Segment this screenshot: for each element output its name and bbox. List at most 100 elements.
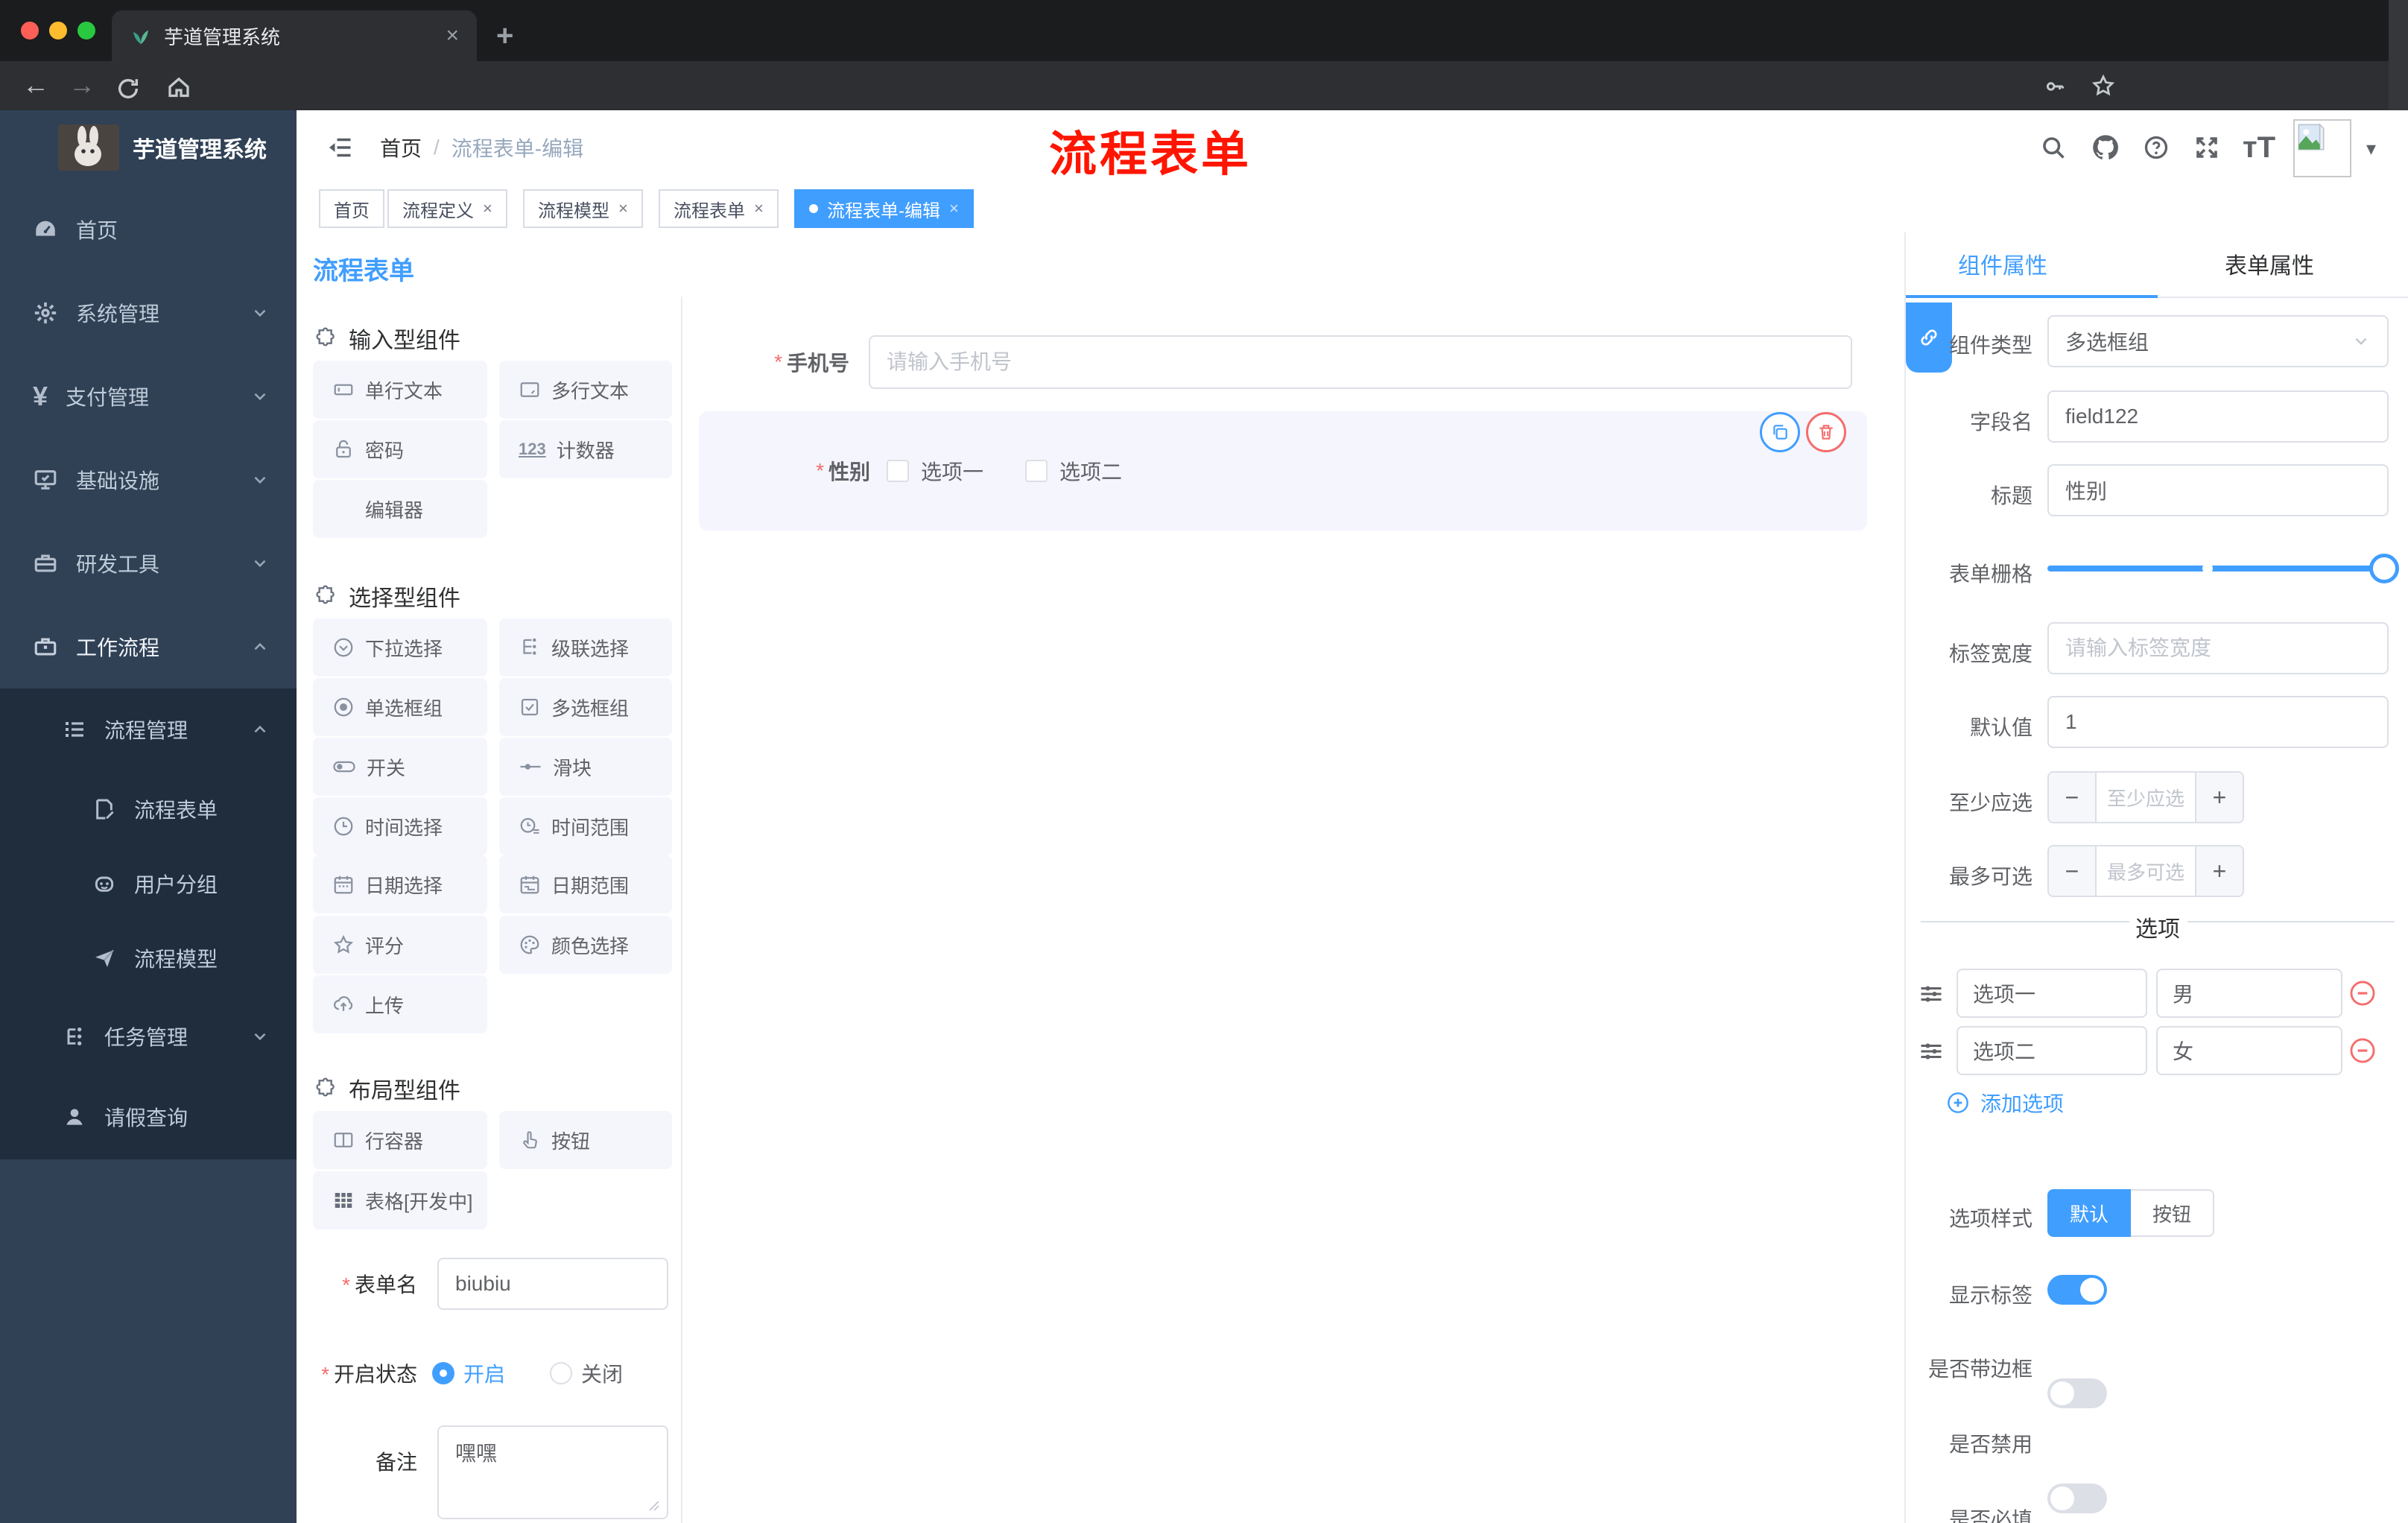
radio-off[interactable] [550, 1362, 573, 1384]
tag-close-icon[interactable]: × [949, 199, 959, 218]
copy-component-button[interactable] [1760, 412, 1800, 452]
tag-close-icon[interactable]: × [618, 199, 628, 218]
form-canvas[interactable]: * 手机号 * 性别 选项一 选项二 [682, 232, 1904, 1523]
option-name-input[interactable]: 选项一 [1956, 969, 2147, 1018]
option-value-input[interactable]: 男 [2156, 969, 2342, 1018]
font-size-icon[interactable]: тT [2243, 131, 2275, 165]
title-input[interactable] [2047, 464, 2389, 516]
component-select[interactable]: 下拉选择 [313, 618, 487, 677]
checkbox-option1-label[interactable]: 选项一 [921, 456, 983, 486]
component-switch[interactable]: 开关 [313, 738, 487, 796]
tag-process-form-edit[interactable]: 流程表单-编辑 × [794, 189, 974, 228]
show-label-switch[interactable] [2047, 1275, 2107, 1305]
remove-option-icon[interactable] [2348, 979, 2377, 1007]
tag-process-form[interactable]: 流程表单 × [659, 189, 779, 228]
status-on-label[interactable]: 开启 [463, 1358, 505, 1388]
bookmark-star-icon[interactable] [2091, 73, 2116, 98]
border-switch[interactable] [2047, 1378, 2107, 1408]
sidebar-item-task-mgmt[interactable]: 任务管理 [0, 998, 297, 1074]
tab-form-props[interactable]: 表单属性 [2225, 232, 2314, 295]
component-rate[interactable]: 评分 [313, 916, 487, 974]
checkbox-option2[interactable] [1025, 460, 1048, 482]
stepper-plus-button[interactable]: + [2196, 773, 2243, 822]
max-select-stepper[interactable]: − 最多可选 + [2047, 845, 2244, 897]
traffic-minimize-button[interactable] [49, 22, 67, 39]
sidebar-item-home[interactable]: 首页 [0, 188, 297, 271]
component-row-container[interactable]: 行容器 [313, 1111, 487, 1169]
radio-on[interactable] [432, 1362, 454, 1384]
forward-icon[interactable]: → [69, 72, 95, 98]
avatar[interactable] [2293, 119, 2351, 177]
back-icon[interactable]: ← [22, 72, 49, 98]
disabled-switch[interactable] [2047, 1484, 2107, 1513]
component-single-line-text[interactable]: 单行文本 [313, 361, 487, 419]
sidebar-item-devtools[interactable]: 研发工具 [0, 522, 297, 605]
traffic-close-button[interactable] [21, 22, 39, 39]
fullscreen-icon[interactable] [2193, 134, 2220, 161]
style-button-button[interactable]: 按钮 [2131, 1189, 2214, 1237]
home-icon[interactable] [165, 75, 192, 101]
remark-textarea[interactable]: 嘿嘿 [437, 1425, 668, 1519]
component-radio-group[interactable]: 单选框组 [313, 678, 487, 736]
stepper-minus-button[interactable]: − [2049, 773, 2095, 822]
traffic-zoom-button[interactable] [77, 22, 95, 39]
browser-tab[interactable]: 芋道管理系统 × [112, 10, 477, 61]
label-width-input[interactable] [2047, 622, 2389, 674]
min-select-stepper[interactable]: − 至少应选 + [2047, 771, 2244, 823]
sidebar-item-infra[interactable]: 基础设施 [0, 438, 297, 522]
add-option-button[interactable]: 添加选项 [1946, 1088, 2064, 1118]
tab-component-props[interactable]: 组件属性 [1958, 232, 2047, 295]
tag-close-icon[interactable]: × [754, 199, 764, 218]
component-cascader[interactable]: 级联选择 [499, 618, 672, 677]
component-slider[interactable]: 滑块 [499, 738, 672, 796]
tag-home[interactable]: 首页 [319, 189, 384, 228]
component-checkbox-group[interactable]: 多选框组 [499, 678, 672, 736]
sidebar-brand[interactable]: 芋道管理系统 [0, 110, 297, 185]
field-name-input[interactable] [2047, 390, 2389, 443]
delete-component-button[interactable] [1806, 412, 1846, 452]
remove-option-icon[interactable] [2348, 1036, 2377, 1065]
default-value-input[interactable] [2047, 696, 2389, 748]
sidebar-item-process-form[interactable]: 流程表单 [0, 772, 297, 846]
component-password[interactable]: 密码 [313, 420, 487, 478]
checkbox-option1[interactable] [887, 460, 909, 482]
component-editor[interactable]: 编辑器 [313, 480, 487, 538]
form-name-input[interactable] [437, 1258, 668, 1310]
phone-field-row[interactable]: * 手机号 [682, 335, 1904, 389]
stepper-input[interactable]: 至少应选 [2095, 773, 2196, 822]
browser-tab-close-icon[interactable]: × [446, 23, 459, 48]
stepper-plus-button[interactable]: + [2196, 846, 2243, 896]
hamburger-fold-icon[interactable] [326, 134, 355, 161]
sidebar-item-payment[interactable]: ¥ 支付管理 [0, 355, 297, 438]
component-date-picker[interactable]: 日期选择 [313, 855, 487, 914]
sidebar-item-system[interactable]: 系统管理 [0, 271, 297, 355]
component-color-picker[interactable]: 颜色选择 [499, 916, 672, 974]
status-off-label[interactable]: 关闭 [581, 1358, 623, 1388]
component-upload[interactable]: 上传 [313, 975, 487, 1033]
sidebar-item-process-model[interactable]: 流程模型 [0, 921, 297, 995]
breadcrumb-home[interactable]: 首页 [380, 133, 422, 162]
tag-process-model[interactable]: 流程模型 × [523, 189, 643, 228]
reload-icon[interactable] [115, 76, 141, 101]
component-counter[interactable]: 123 计数器 [499, 420, 672, 478]
component-time-picker[interactable]: 时间选择 [313, 797, 487, 855]
stepper-input[interactable]: 最多可选 [2095, 846, 2196, 896]
tag-close-icon[interactable]: × [483, 199, 492, 218]
search-icon[interactable] [2040, 134, 2067, 161]
tag-process-definition[interactable]: 流程定义 × [387, 189, 507, 228]
sidebar-item-user-group[interactable]: 用户分组 [0, 846, 297, 921]
grid-slider-track[interactable] [2047, 566, 2390, 571]
style-default-button[interactable]: 默认 [2047, 1189, 2131, 1237]
component-time-range[interactable]: 时间范围 [499, 797, 672, 855]
component-type-select[interactable]: 多选框组 [2047, 315, 2389, 367]
new-tab-button[interactable]: + [496, 19, 513, 53]
password-key-icon[interactable] [2043, 75, 2067, 98]
component-table-dev[interactable]: 表格[开发中] [313, 1171, 487, 1229]
option-name-input[interactable]: 选项二 [1956, 1026, 2147, 1075]
drag-handle-icon[interactable] [1918, 1038, 1945, 1065]
option-value-input[interactable]: 女 [2156, 1026, 2342, 1075]
grid-slider-handle[interactable] [2369, 554, 2399, 583]
avatar-caret-icon[interactable]: ▾ [2366, 137, 2376, 160]
phone-input[interactable] [869, 335, 1852, 389]
github-icon[interactable] [2091, 133, 2120, 162]
